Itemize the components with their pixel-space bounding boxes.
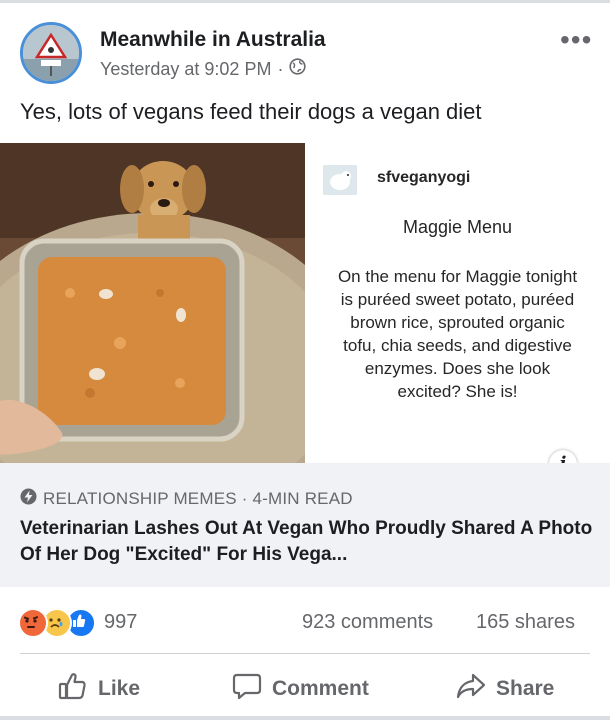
link-source: RELATIONSHIP MEMES · 4-MIN READ <box>20 488 353 510</box>
reaction-count[interactable]: 997 <box>104 611 137 634</box>
link-title[interactable]: Veterinarian Lashes Out At Vegan Who Pro… <box>20 516 595 568</box>
link-source-text: RELATIONSHIP MEMES · 4-MIN READ <box>43 489 353 508</box>
card-title: Maggie Menu <box>402 217 513 237</box>
angry-icon <box>18 608 48 638</box>
page-name[interactable]: Meanwhile in Australia <box>100 28 326 52</box>
post-caption: Yes, lots of vegans feed their dogs a ve… <box>20 99 482 124</box>
share-button[interactable]: Share <box>456 672 554 706</box>
comments-count[interactable]: 923 comments <box>302 611 433 634</box>
meta-separator: · <box>277 58 284 79</box>
card-username: sfveganyogi <box>377 169 471 186</box>
post-meta: Yesterday at 9:02 PM · <box>100 58 307 80</box>
like-label: Like <box>98 677 141 700</box>
reaction-icons[interactable] <box>18 608 96 638</box>
stats-divider <box>20 653 590 654</box>
shares-count[interactable]: 165 shares <box>476 611 575 634</box>
comment-label: Comment <box>272 677 369 700</box>
instagram-card: sfveganyogi Maggie Menu On the menu for … <box>305 143 610 463</box>
globe-icon <box>289 58 307 80</box>
share-label: Share <box>496 677 555 700</box>
like-button[interactable]: Like <box>58 672 140 706</box>
post-timestamp[interactable]: Yesterday at 9:02 PM <box>100 59 271 80</box>
comment-button[interactable]: Comment <box>232 672 369 706</box>
page-avatar[interactable] <box>20 22 82 84</box>
bottom-divider <box>0 716 610 720</box>
top-divider <box>0 0 610 3</box>
dog-food-photo <box>0 143 305 463</box>
post-image[interactable]: sfveganyogi Maggie Menu On the menu for … <box>0 143 610 463</box>
share-arrow-icon <box>456 672 486 706</box>
card-body: On the menu for Maggie tonight is puréed… <box>337 267 578 401</box>
comment-icon <box>232 672 262 706</box>
thumbs-up-icon <box>58 672 88 706</box>
card-avatar <box>323 165 357 195</box>
more-options-icon[interactable]: ••• <box>560 26 592 54</box>
lightning-icon <box>20 488 37 510</box>
